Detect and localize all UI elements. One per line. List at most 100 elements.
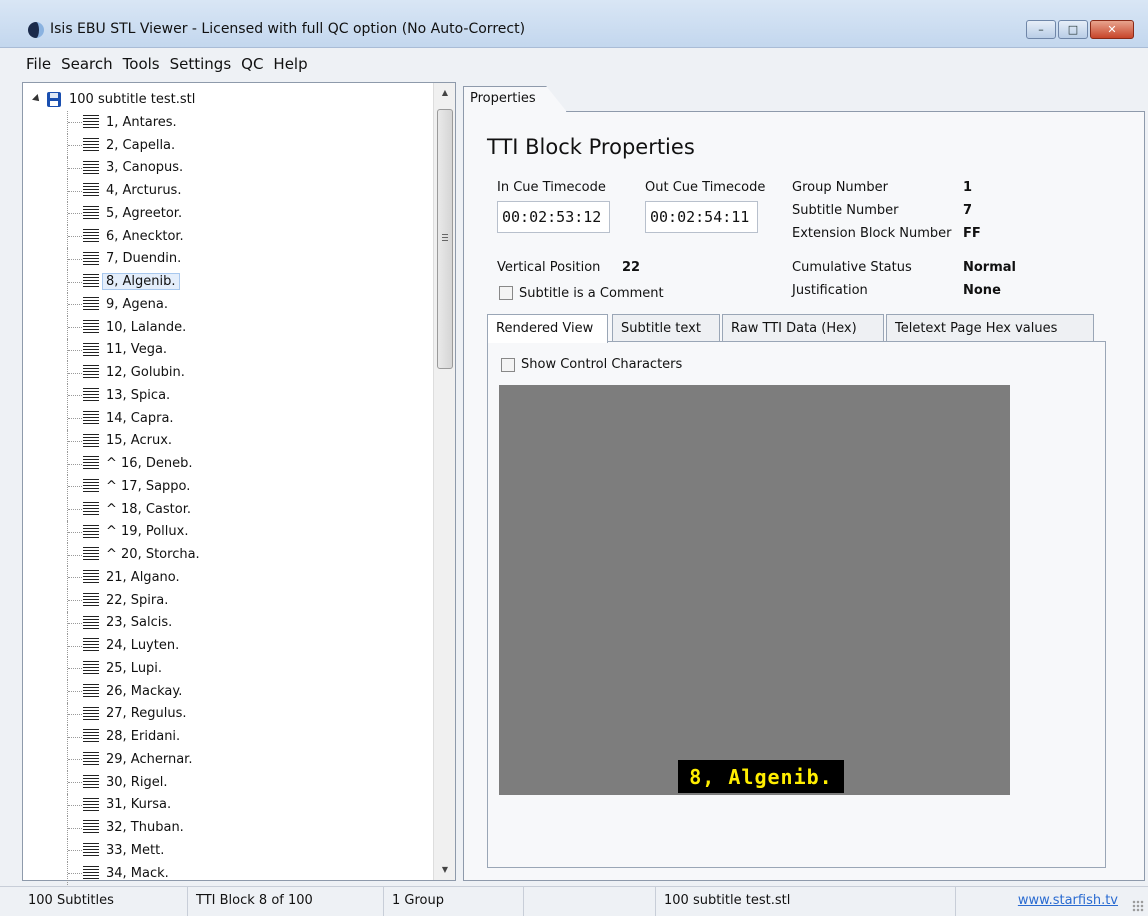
tree-item[interactable]: 5, Agreetor. — [23, 202, 433, 225]
show-control-checkbox[interactable] — [501, 358, 515, 372]
tree-item[interactable]: 29, Achernar. — [23, 748, 433, 771]
starfish-link[interactable]: www.starfish.tv — [1018, 893, 1118, 908]
tree-item[interactable]: 22, Spira. — [23, 588, 433, 612]
menu-help[interactable]: Help — [273, 55, 307, 73]
tree-item[interactable]: 14, Capra. — [23, 406, 433, 430]
tab-teletext-hex[interactable]: Teletext Page Hex values — [886, 314, 1094, 342]
tree-scrollbar[interactable]: ▲ ▼ — [433, 83, 455, 880]
tree-item-label: 32, Thuban. — [106, 820, 184, 836]
tab-rendered-view[interactable]: Rendered View — [487, 314, 608, 343]
tree-item-label: 21, Algano. — [106, 569, 180, 585]
subtitle-block-icon — [83, 638, 99, 654]
tab-properties[interactable]: Properties — [463, 86, 567, 112]
tree-connector — [67, 634, 82, 657]
tree-item[interactable]: 23, Salcis. — [23, 611, 433, 635]
tree-item[interactable]: 32, Thuban. — [23, 816, 433, 839]
tree-item-label: 13, Spica. — [106, 387, 171, 403]
tree-root[interactable]: 100 subtitle test.stl — [32, 89, 196, 109]
justification-value: None — [963, 283, 1001, 298]
maximize-button[interactable]: □ — [1058, 20, 1088, 39]
tree-connector — [67, 133, 82, 157]
tree-connector — [67, 202, 82, 225]
collapse-arrow-icon[interactable] — [32, 94, 42, 104]
tab-subtitle-text[interactable]: Subtitle text — [612, 314, 720, 342]
tree-item[interactable]: 6, Anecktor. — [23, 224, 433, 248]
tree-connector — [67, 520, 82, 544]
tree-item-label: 2, Capella. — [106, 137, 176, 153]
tree-item[interactable]: 3, Canopus. — [23, 156, 433, 180]
tree-item-label: 33, Mett. — [106, 842, 165, 858]
scroll-thumb[interactable] — [437, 109, 453, 369]
tree-item-label: 10, Lalande. — [106, 319, 187, 335]
minimize-button[interactable]: – — [1026, 20, 1056, 39]
resize-grip-icon[interactable] — [1132, 900, 1144, 912]
tree-item[interactable]: 10, Lalande. — [23, 315, 433, 339]
tree-item[interactable]: 15, Acrux. — [23, 429, 433, 453]
tree-item-label: 22, Spira. — [106, 592, 169, 608]
tree-item-label: 25, Lupi. — [106, 660, 163, 676]
menu-file[interactable]: File — [26, 55, 51, 73]
tree-item-label: 8, Algenib. — [102, 273, 180, 291]
status-file: 100 subtitle test.stl — [656, 887, 956, 916]
menu-tools[interactable]: Tools — [123, 55, 160, 73]
menu-bar: File Search Tools Settings QC Help — [0, 52, 1148, 76]
tree-item[interactable]: 7, Duendin. — [23, 247, 433, 271]
out-cue-label: Out Cue Timecode — [645, 180, 766, 195]
out-cue-field[interactable]: 00:02:54:11 — [645, 201, 758, 233]
tree-item[interactable]: 1, Antares. — [23, 111, 433, 134]
tree-item[interactable]: ^ 16, Deneb. — [23, 452, 433, 475]
tree-item[interactable]: 30, Rigel. — [23, 770, 433, 794]
scroll-up-arrow-icon[interactable]: ▲ — [434, 83, 456, 103]
tree-item[interactable]: 25, Lupi. — [23, 657, 433, 680]
comment-checkbox[interactable] — [499, 286, 513, 300]
subtitle-block-icon — [83, 228, 99, 244]
tree-item[interactable]: 27, Regulus. — [23, 702, 433, 726]
tree-item-label: 9, Agena. — [106, 296, 169, 312]
menu-settings[interactable]: Settings — [170, 55, 232, 73]
in-cue-field[interactable]: 00:02:53:12 — [497, 201, 610, 233]
in-cue-label: In Cue Timecode — [497, 180, 606, 195]
close-button[interactable]: ✕ — [1090, 20, 1134, 39]
tree-connector — [67, 179, 82, 202]
tree-item[interactable]: 12, Golubin. — [23, 361, 433, 384]
tree-item-label: 12, Golubin. — [106, 365, 185, 381]
subtitle-block-icon — [83, 365, 99, 381]
vertical-position-label: Vertical Position — [497, 260, 601, 275]
tree-item-label: 30, Rigel. — [106, 774, 168, 790]
extension-block-value: FF — [963, 226, 981, 241]
tree-item[interactable]: 26, Mackay. — [23, 679, 433, 703]
menu-qc[interactable]: QC — [241, 55, 263, 73]
menu-search[interactable]: Search — [61, 55, 113, 73]
tree-item[interactable]: 8, Algenib. — [23, 270, 433, 293]
tree-item[interactable]: ^ 20, Storcha. — [23, 543, 433, 566]
subtitle-block-icon — [83, 524, 99, 540]
tree-item[interactable]: 28, Eridani. — [23, 725, 433, 748]
tree-root-label: 100 subtitle test.stl — [69, 91, 196, 107]
tree-item[interactable]: 31, Kursa. — [23, 793, 433, 817]
subtitle-block-icon — [83, 820, 99, 836]
tree-item[interactable]: ^ 19, Pollux. — [23, 520, 433, 544]
scroll-down-arrow-icon[interactable]: ▼ — [434, 860, 456, 880]
status-block: TTI Block 8 of 100 — [188, 887, 384, 916]
subtitle-block-icon — [83, 797, 99, 813]
tree-item[interactable]: 9, Agena. — [23, 293, 433, 316]
tree-connector — [67, 725, 82, 748]
tree-item[interactable]: ^ 17, Sappo. — [23, 475, 433, 498]
tree-item[interactable]: 24, Luyten. — [23, 634, 433, 657]
subtitle-block-icon — [83, 865, 99, 881]
tree-item[interactable]: 21, Algano. — [23, 566, 433, 589]
tree-item[interactable]: 33, Mett. — [23, 839, 433, 862]
tree-item[interactable]: 13, Spica. — [23, 384, 433, 407]
tree-item[interactable]: 34, Mack. — [23, 861, 433, 885]
tree-connector — [67, 247, 82, 271]
tree-item[interactable]: ^ 18, Castor. — [23, 497, 433, 521]
tree-item[interactable]: 2, Capella. — [23, 133, 433, 157]
tree-item[interactable]: 11, Vega. — [23, 338, 433, 362]
tree-item-label: 34, Mack. — [106, 865, 169, 881]
tab-raw-tti-data[interactable]: Raw TTI Data (Hex) — [722, 314, 884, 342]
status-empty — [524, 887, 656, 916]
comment-checkbox-label: Subtitle is a Comment — [519, 286, 664, 301]
subtitle-block-icon — [83, 501, 99, 517]
tree-item[interactable]: 4, Arcturus. — [23, 179, 433, 202]
subtitle-number-label: Subtitle Number — [792, 203, 899, 218]
